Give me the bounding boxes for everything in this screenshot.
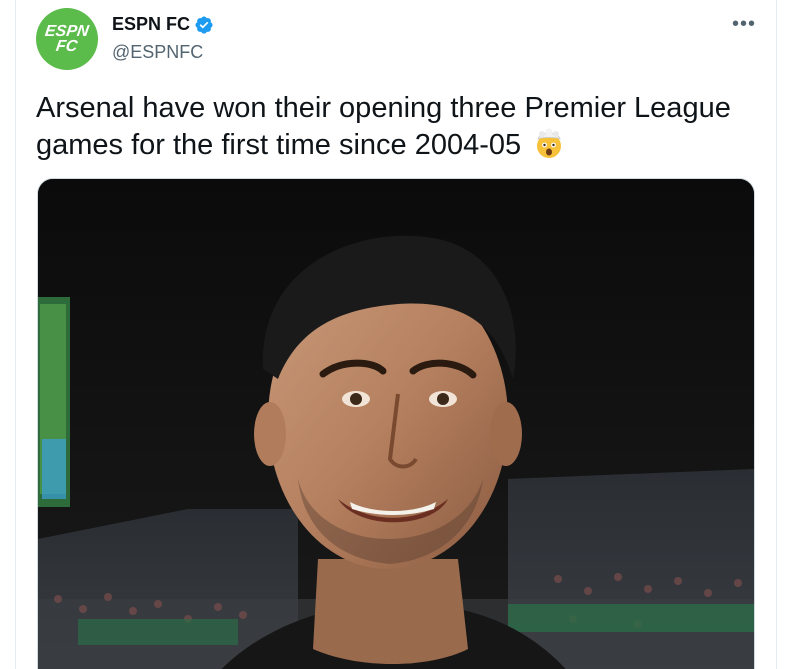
author-handle[interactable]: @ESPNFC xyxy=(112,42,203,63)
more-options-icon[interactable]: ••• xyxy=(732,14,756,34)
author-name-row: ESPN FC xyxy=(112,14,214,35)
author-display-name[interactable]: ESPN FC xyxy=(112,14,190,35)
exploding-head-emoji-icon xyxy=(533,128,565,160)
author-avatar[interactable]: ESPN FC xyxy=(36,8,98,70)
photo-illustration xyxy=(38,179,754,669)
verified-badge-icon xyxy=(194,15,214,35)
avatar-logo-line1: ESPN xyxy=(44,23,90,40)
tweet-text: Arsenal have won their opening three Pre… xyxy=(36,90,756,164)
tweet-body: Arsenal have won their opening three Pre… xyxy=(36,92,731,161)
tweet-card[interactable]: ESPN FC ESPN FC @ESPNFC ••• Arsenal have… xyxy=(15,0,777,669)
avatar-logo-line2: FC xyxy=(55,38,79,55)
tweet-photo[interactable] xyxy=(37,178,755,669)
